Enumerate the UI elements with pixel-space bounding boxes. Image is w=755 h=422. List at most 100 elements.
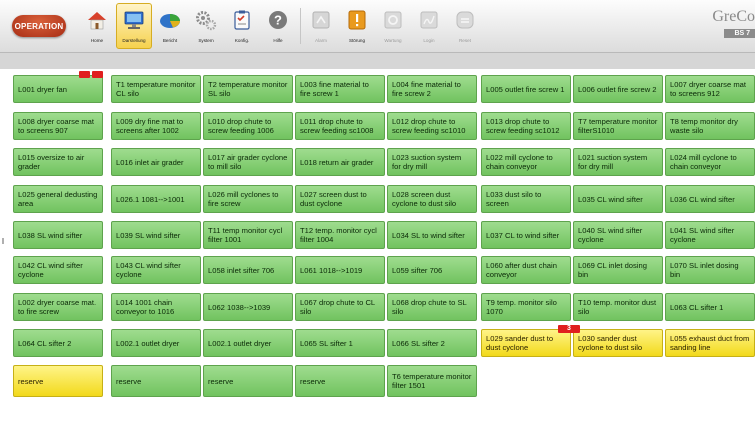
line-tile[interactable]: L030 sander dust cyclone to dust silo	[573, 329, 663, 357]
login-button[interactable]: Login	[412, 4, 446, 48]
operation-mode-button[interactable]: OPERATION	[12, 15, 66, 37]
line-tile[interactable]: L061 1018-->1019	[295, 256, 385, 284]
alarm-flag[interactable]	[79, 71, 103, 78]
line-tile[interactable]: L018 return air grader	[295, 148, 385, 176]
line-tile[interactable]: L024 mill cyclone to chain conveyor	[665, 148, 755, 176]
line-tile[interactable]: reserve	[111, 365, 201, 397]
line-tile[interactable]: L055 exhaust duct from sanding line	[665, 329, 755, 357]
line-tile[interactable]: L069 CL inlet dosing bin	[573, 256, 663, 284]
line-tile-label: L039 SL wind sifter	[116, 230, 181, 240]
fault-icon	[348, 10, 366, 30]
line-tile[interactable]: L009 dry fine mat to screens after 1002	[111, 112, 201, 140]
line-tile[interactable]: T11 temp monitor cycl filter 1001	[203, 221, 293, 249]
system-button[interactable]: System	[189, 4, 223, 48]
line-tile[interactable]: L070 SL inlet dosing bin	[665, 256, 755, 284]
line-tile[interactable]: L002 dryer coarse mat. to fire screw	[13, 293, 103, 321]
line-tile[interactable]: L021 suction system for dry mill	[573, 148, 663, 176]
line-tile[interactable]: L003 fine material to fire screw 1	[295, 75, 385, 103]
darstellung-button[interactable]: Darstellung	[116, 3, 152, 49]
line-tile[interactable]: L036 CL wind sifter	[665, 185, 755, 213]
stoerung-button[interactable]: Störung	[340, 4, 374, 48]
line-tile[interactable]: L004 fine material to fire screw 2	[387, 75, 477, 103]
line-tile[interactable]: L028 screen dust cyclone to dust silo	[387, 185, 477, 213]
line-tile[interactable]: L068 drop chute to SL silo	[387, 293, 477, 321]
line-tile[interactable]: L065 SL sifter 1	[295, 329, 385, 357]
line-tile[interactable]: L064 CL sifter 2	[13, 329, 103, 357]
line-tile[interactable]: L027 screen dust to dust cyclone	[295, 185, 385, 213]
line-tile[interactable]: L038 SL wind sifter	[13, 221, 103, 249]
side-scroll-handle[interactable]	[2, 238, 7, 244]
line-tile[interactable]: T7 temperature monitor filterS1010	[573, 112, 663, 140]
line-tile[interactable]: L022 mill cyclone to chain conveyor	[481, 148, 571, 176]
line-tile[interactable]: L037 CL to wind sifter	[481, 221, 571, 249]
line-tile[interactable]: L066 SL sifter 2	[387, 329, 477, 357]
alarm-button[interactable]: Alarm	[304, 4, 338, 48]
line-tile[interactable]: L062 1038-->1039	[203, 293, 293, 321]
line-tile[interactable]: L060 after dust chain conveyor	[481, 256, 571, 284]
home-button[interactable]: Home	[80, 4, 114, 48]
line-tile[interactable]: L034 SL to wind sifter	[387, 221, 477, 249]
line-tile-label: L022 mill cyclone to chain conveyor	[486, 153, 553, 171]
bericht-button[interactable]: Bericht	[153, 4, 187, 48]
line-tile[interactable]: L008 dryer coarse mat to screens 907	[13, 112, 103, 140]
line-tile[interactable]: L059 sifter 706	[387, 256, 477, 284]
line-tile[interactable]: L015 oversize to air grader	[13, 148, 103, 176]
bericht-label: Bericht	[162, 38, 178, 43]
line-tile[interactable]: L026 mill cyclones to fire screw	[203, 185, 293, 213]
alarm-icon	[312, 11, 330, 29]
line-tile[interactable]: L006 outlet fire screw 2	[573, 75, 663, 103]
line-tile[interactable]: T10 temp. monitor dust silo	[573, 293, 663, 321]
line-tile[interactable]: T8 temp monitor dry waste silo	[665, 112, 755, 140]
line-tile[interactable]: L016 inlet air grader	[111, 148, 201, 176]
wartung-button[interactable]: Wartung	[376, 4, 410, 48]
line-tile-label: reserve	[18, 376, 44, 386]
line-tile[interactable]: reserve	[203, 365, 293, 397]
line-tile[interactable]: L001 dryer fan	[13, 75, 103, 103]
line-tile[interactable]: L035 CL wind sifter	[573, 185, 663, 213]
reset-button[interactable]: Reset	[448, 4, 482, 48]
line-tile[interactable]: L023 suction system for dry mill	[387, 148, 477, 176]
line-tile-label: L025 general dedusting area	[18, 190, 98, 208]
line-tile[interactable]: L067 drop chute to CL silo	[295, 293, 385, 321]
line-tile-label: L041 SL wind sifter cyclone	[670, 226, 735, 244]
line-tile[interactable]: L014 1001 chain conveyor to 1016	[111, 293, 201, 321]
line-tile[interactable]: L040 SL wind sifter cyclone	[573, 221, 663, 249]
line-tile[interactable]: L041 SL wind sifter cyclone	[665, 221, 755, 249]
line-tile[interactable]: L005 outlet fire screw 1	[481, 75, 571, 103]
line-tile[interactable]: reserve	[295, 365, 385, 397]
toolbar-separator	[300, 8, 301, 44]
line-tile-label: L018 return air grader	[300, 157, 374, 167]
line-tile[interactable]: T9 temp. monitor silo 1070	[481, 293, 571, 321]
line-tile-label: L024 mill cyclone to chain conveyor	[670, 153, 737, 171]
line-tile[interactable]: L007 dryer coarse mat to screens 912	[665, 75, 755, 103]
hilfe-button[interactable]: ? Hilfe	[261, 4, 295, 48]
line-tile[interactable]: reserve	[13, 365, 103, 397]
line-tile[interactable]: T6 temperature monitor filter 1501	[387, 365, 477, 397]
darstellung-label: Darstellung	[122, 38, 146, 43]
line-tile[interactable]: L025 general dedusting area	[13, 185, 103, 213]
line-tile[interactable]: L012 drop chute to screw feeding sc1010	[387, 112, 477, 140]
line-tile[interactable]: L011 drop chute to screw feeding sc1008	[295, 112, 385, 140]
line-tile[interactable]: L029 sander dust to dust cyclone	[481, 329, 571, 357]
line-tile[interactable]: L026.1 1081-->1001	[111, 185, 201, 213]
line-tile[interactable]: T2 temperature monitor SL silo	[203, 75, 293, 103]
line-tile[interactable]: L010 drop chute to screw feeding 1006	[203, 112, 293, 140]
line-tile[interactable]: L039 SL wind sifter	[111, 221, 201, 249]
line-tile[interactable]: L017 air grader cyclone to mill silo	[203, 148, 293, 176]
line-tile-label: L043 CL wind sifter cyclone	[116, 261, 181, 279]
line-tile[interactable]: L063 CL sifter 1	[665, 293, 755, 321]
konfig-button[interactable]: Konfig.	[225, 4, 259, 48]
line-tile[interactable]: L013 drop chute to screw feeding sc1012	[481, 112, 571, 140]
line-tile[interactable]: L002.1 outlet dryer	[111, 329, 201, 357]
line-tile[interactable]: L043 CL wind sifter cyclone	[111, 256, 201, 284]
line-tile-label: T6 temperature monitor filter 1501	[392, 372, 472, 390]
line-tile[interactable]: T12 temp. monitor cycl filter 1004	[295, 221, 385, 249]
line-tile-label: L034 SL to wind sifter	[392, 230, 465, 240]
line-tile-label: L023 suction system for dry mill	[392, 153, 462, 171]
line-tile[interactable]: L002.1 outlet dryer	[203, 329, 293, 357]
line-tile-label: L028 screen dust cyclone to dust silo	[392, 190, 457, 208]
line-tile[interactable]: L058 inlet sifter 706	[203, 256, 293, 284]
line-tile[interactable]: L033 dust silo to screen	[481, 185, 571, 213]
line-tile[interactable]: L042 CL wind sifter cyclone	[13, 256, 103, 284]
line-tile[interactable]: T1 temperature monitor CL silo	[111, 75, 201, 103]
